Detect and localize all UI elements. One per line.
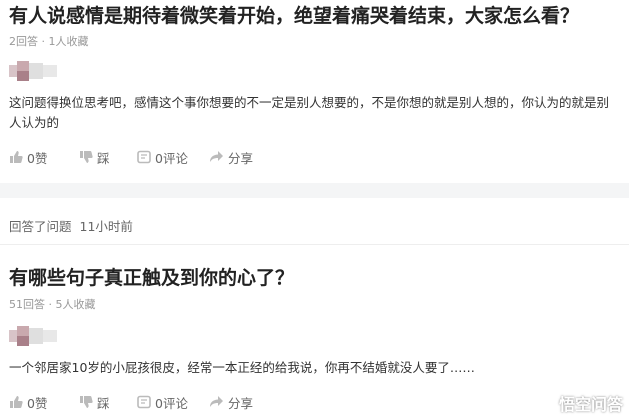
divider: [0, 244, 629, 245]
share-button[interactable]: 分享: [209, 148, 253, 166]
like-count: 0赞: [27, 395, 48, 411]
share-label: 分享: [228, 150, 254, 166]
share-icon: [210, 151, 223, 162]
comment-button[interactable]: 0评论: [137, 148, 188, 166]
watermark-text: 悟空问答: [558, 395, 623, 414]
thumb-down-icon: [80, 151, 93, 163]
comment-button[interactable]: 0评论: [137, 393, 188, 411]
dislike-button[interactable]: 踩: [79, 393, 110, 411]
dislike-label: 踩: [97, 150, 110, 166]
thumb-down-icon: [80, 396, 93, 408]
wukong-logo-icon: [533, 397, 555, 409]
question-title[interactable]: 有人说感情是期待着微笑着开始，绝望着痛哭着结束，大家怎么看？: [9, 1, 579, 28]
thumb-up-icon: [10, 151, 23, 163]
avatar[interactable]: [9, 326, 63, 346]
like-count: 0赞: [27, 150, 48, 166]
question-meta: 2回答 · 1人收藏: [9, 35, 89, 48]
like-button[interactable]: 0赞: [9, 393, 47, 411]
dislike-button[interactable]: 踩: [79, 148, 110, 166]
activity-line: 回答了问题 11小时前: [9, 216, 133, 235]
answer-text[interactable]: 一个邻居家10岁的小屁孩很皮，经常一本正经的给我说，你再不结婚就没人要了……: [9, 358, 614, 378]
card-separator: [0, 183, 629, 198]
like-button[interactable]: 0赞: [9, 148, 47, 166]
comment-icon: [137, 150, 151, 164]
comment-count: 0评论: [155, 395, 188, 411]
avatar[interactable]: [9, 61, 63, 81]
activity-action: 回答了问题: [9, 219, 72, 234]
question-meta: 51回答 · 5人收藏: [9, 298, 96, 311]
share-label: 分享: [228, 395, 254, 411]
share-icon: [210, 396, 223, 407]
share-button[interactable]: 分享: [209, 393, 253, 411]
activity-time: 11小时前: [79, 219, 133, 234]
question-title[interactable]: 有哪些句子真正触及到你的心了？: [9, 263, 294, 290]
thumb-up-icon: [10, 396, 23, 408]
watermark-logo: 悟空问答: [533, 391, 623, 415]
answer-card-1: 有人说感情是期待着微笑着开始，绝望着痛哭着结束，大家怎么看？ 2回答 · 1人收…: [0, 0, 629, 183]
answer-card-2: 回答了问题 11小时前 有哪些句子真正触及到你的心了？ 51回答 · 5人收藏 一…: [0, 198, 629, 419]
dislike-label: 踩: [97, 395, 110, 411]
answer-text[interactable]: 这问题得换位思考吧，感情这个事你想要的不一定是别人想要的，不是你想的就是别人想的…: [9, 93, 614, 133]
comment-icon: [137, 395, 151, 409]
comment-count: 0评论: [155, 150, 188, 166]
